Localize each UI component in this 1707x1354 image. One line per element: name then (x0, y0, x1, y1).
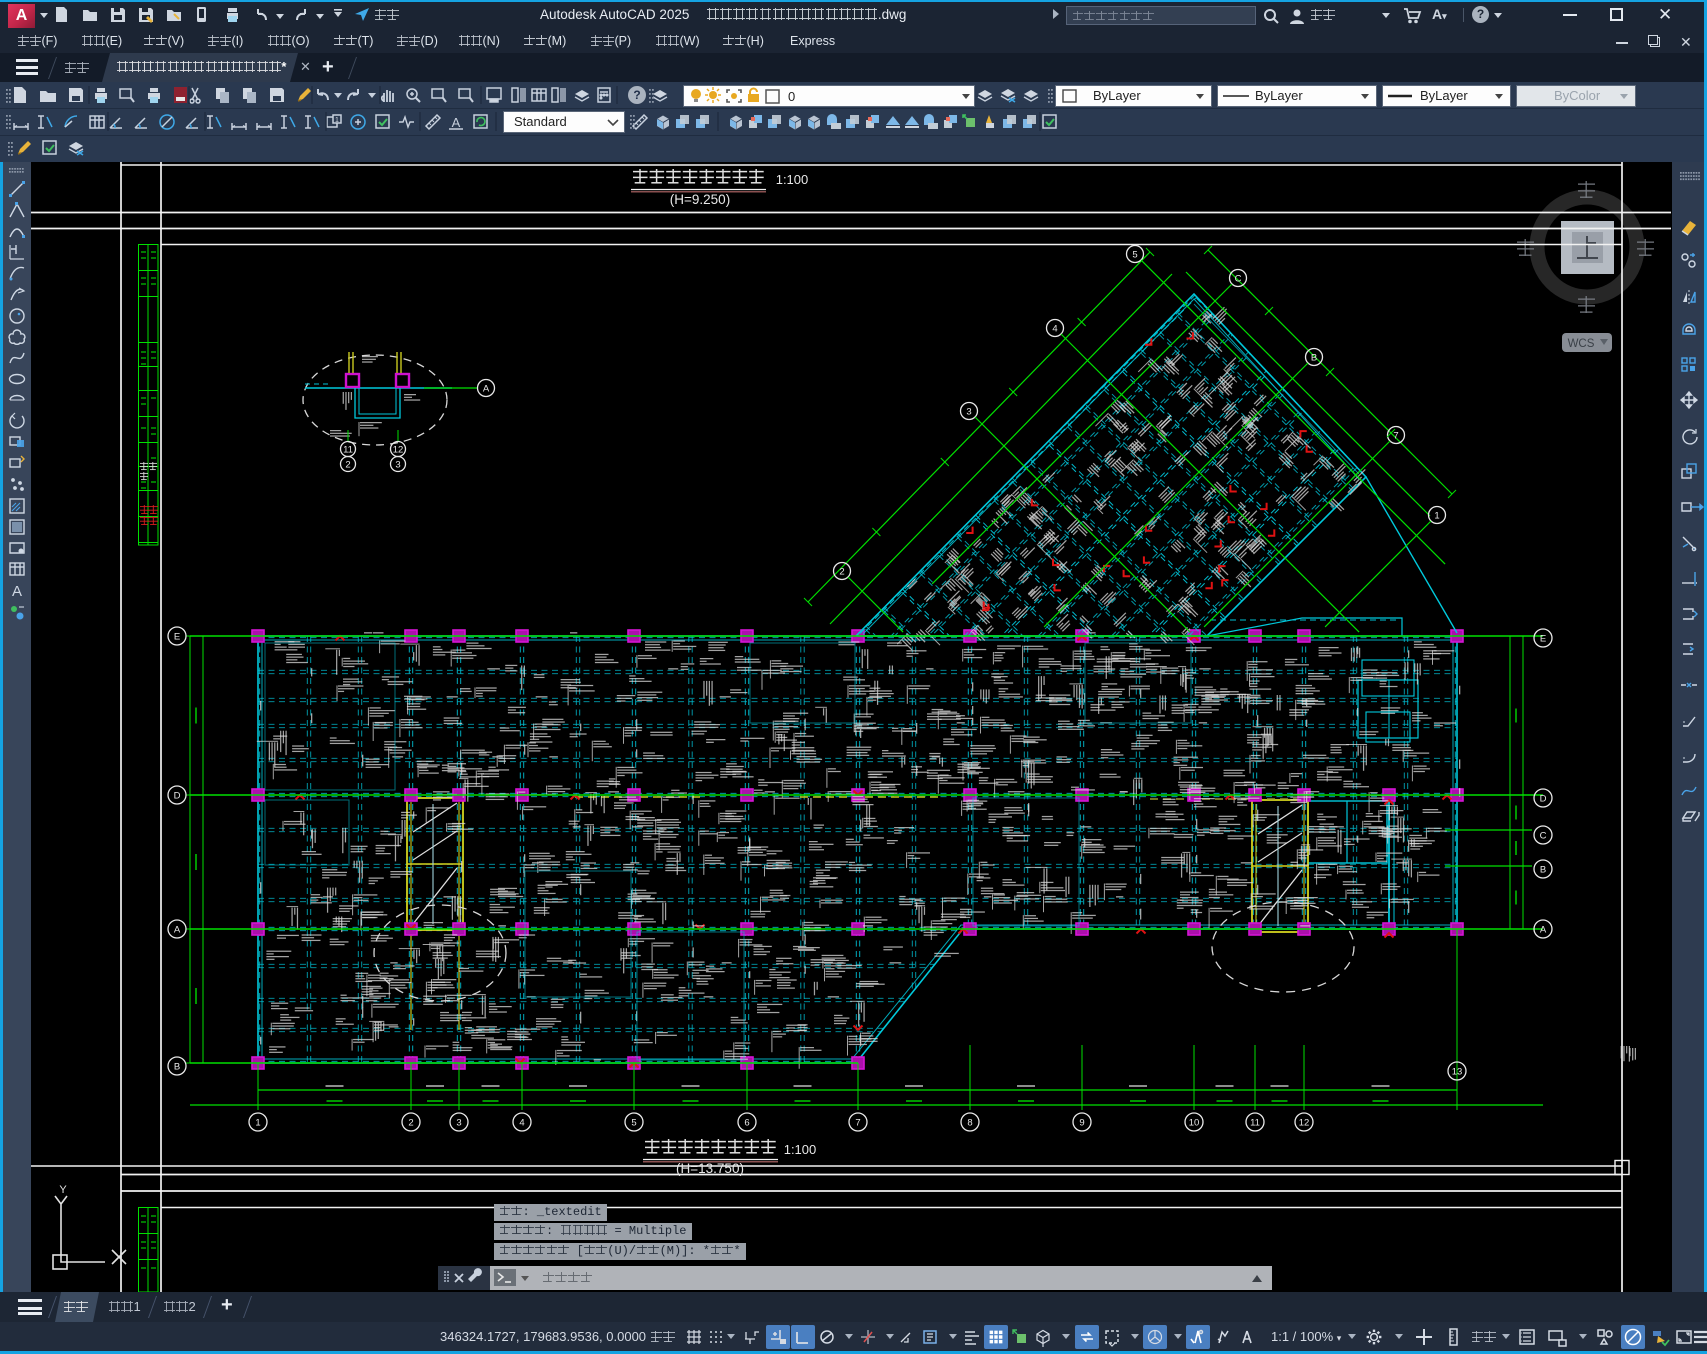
svg-text:5: 5 (631, 1118, 636, 1129)
svg-text:11: 11 (343, 445, 353, 456)
svg-text:C: C (1540, 831, 1547, 842)
svg-text:4: 4 (1052, 324, 1057, 335)
svg-text:7: 7 (855, 1118, 860, 1129)
svg-text:12: 12 (393, 445, 404, 456)
svg-text:1:100: 1:100 (776, 172, 809, 187)
svg-text:1: 1 (255, 1118, 260, 1129)
svg-text:1: 1 (1434, 511, 1439, 522)
svg-text:12: 12 (1299, 1118, 1310, 1129)
svg-text:11: 11 (1250, 1118, 1260, 1129)
svg-text:B: B (174, 1062, 180, 1073)
svg-text:D: D (1540, 794, 1547, 805)
svg-text:5: 5 (1132, 250, 1137, 261)
svg-text:9: 9 (1079, 1118, 1084, 1129)
svg-text:A: A (174, 925, 181, 936)
svg-text:WCS: WCS (1568, 338, 1595, 350)
svg-text:13: 13 (1452, 1067, 1463, 1078)
svg-text:?: ? (633, 88, 640, 102)
svg-text:(H=13.750): (H=13.750) (676, 1161, 744, 1176)
svg-text:D: D (174, 791, 181, 802)
svg-text:C: C (1235, 274, 1242, 285)
svg-text:2: 2 (408, 1118, 413, 1129)
svg-text:Y: Y (59, 1184, 67, 1196)
svg-text:B: B (1540, 865, 1546, 876)
svg-text:2: 2 (345, 460, 350, 471)
svg-text:3: 3 (395, 460, 400, 471)
svg-text:6: 6 (744, 1118, 749, 1129)
svg-text:10: 10 (1189, 1118, 1200, 1129)
svg-text:2: 2 (839, 567, 844, 578)
svg-text:1: 1 (335, 117, 339, 124)
svg-text:3: 3 (456, 1118, 461, 1129)
svg-text:A: A (1540, 925, 1547, 936)
svg-text:4: 4 (519, 1118, 524, 1129)
svg-text:8: 8 (967, 1118, 972, 1129)
svg-text:E: E (174, 632, 180, 643)
svg-text:7: 7 (1393, 431, 1398, 442)
svg-text:A: A (12, 583, 22, 600)
svg-text:A: A (483, 384, 490, 395)
svg-text:B: B (1311, 353, 1317, 364)
svg-text:(H=9.250): (H=9.250) (670, 192, 730, 207)
svg-text:3: 3 (966, 407, 971, 418)
svg-text:A: A (452, 115, 461, 130)
svg-text:E: E (1540, 634, 1546, 645)
svg-text:1:100: 1:100 (784, 1142, 817, 1157)
